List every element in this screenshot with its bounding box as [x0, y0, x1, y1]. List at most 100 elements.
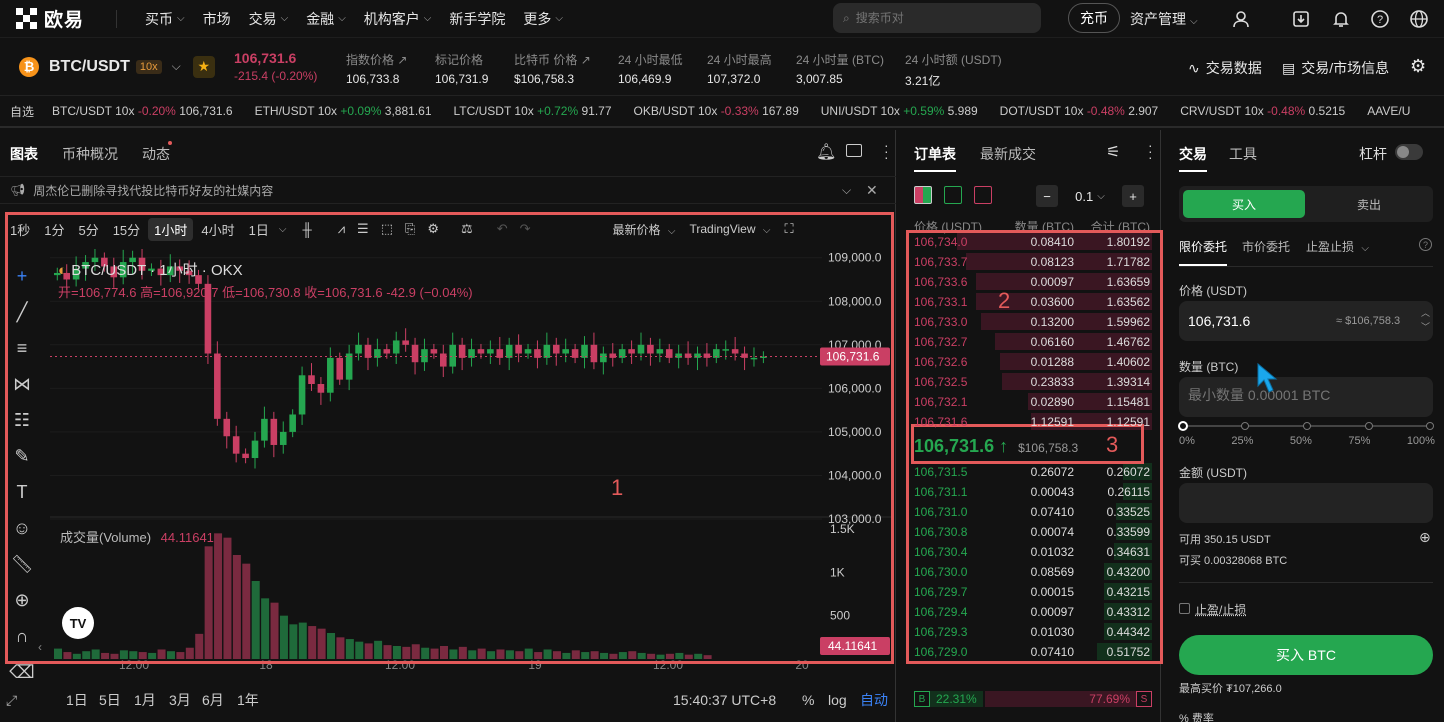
- news-notice[interactable]: 📢︎ 周杰伦已删除寻找代投比特币好友的社媒内容 ⌵ ✕: [0, 176, 896, 204]
- favorite-item[interactable]: UNI/USDT 10x +0.59% 5.989: [821, 104, 978, 118]
- collapse-toolbar-icon[interactable]: ‹: [38, 640, 42, 654]
- bid-row[interactable]: 106,730.8 0.00074 0.33599: [914, 522, 1152, 541]
- chart-area[interactable]: 109,000.0 108,000.0 107,000.0 106,000.0 105,…: [50, 247, 892, 672]
- price-input[interactable]: 106,731.6 ≈ $106,758.3 ︿ ﹀: [1179, 301, 1433, 341]
- ask-row[interactable]: 106,733.1 0.03600 1.63562: [914, 292, 1152, 311]
- tradingview-logo-icon[interactable]: TV: [62, 607, 94, 639]
- external-link-icon[interactable]: ↗: [581, 53, 591, 67]
- zoom-in-icon[interactable]: ⊕: [8, 582, 36, 618]
- nav-academy[interactable]: 新手学院: [449, 9, 505, 29]
- bid-row[interactable]: 106,729.7 0.00015 0.43215: [914, 582, 1152, 601]
- favorite-item[interactable]: BTC/USDT 10x -0.20% 106,731.6: [52, 104, 233, 118]
- order-limit[interactable]: 限价委托: [1179, 238, 1228, 266]
- candlestick-chart[interactable]: 109,000.0108,000.0107,000.0106,000.0105,…: [50, 247, 892, 672]
- settings-gear-icon[interactable]: ⚙: [1410, 56, 1426, 77]
- nav-market[interactable]: 市场: [203, 9, 231, 29]
- search-box[interactable]: ⌕: [833, 3, 1041, 33]
- ask-row[interactable]: 106,732.1 0.02890 1.15481: [914, 392, 1152, 411]
- bid-row[interactable]: 106,730.0 0.08569 0.43200: [914, 562, 1152, 581]
- more-vertical-icon[interactable]: · · ·: [1148, 138, 1153, 164]
- close-icon[interactable]: ✕: [866, 182, 878, 199]
- view-both-icon[interactable]: [914, 186, 932, 204]
- magnet-icon[interactable]: ∩: [8, 618, 36, 654]
- auto-toggle[interactable]: 自动: [860, 690, 888, 710]
- fee-rate-link[interactable]: % 费率: [1179, 710, 1214, 722]
- globe-icon[interactable]: [1408, 8, 1430, 30]
- favorite-item[interactable]: CRV/USDT 10x -0.48% 0.5215: [1180, 104, 1345, 118]
- range-1y[interactable]: 1年: [237, 690, 259, 710]
- external-link-icon[interactable]: ↗: [397, 53, 407, 67]
- sliders-icon[interactable]: ⚟: [1106, 142, 1120, 162]
- bid-row[interactable]: 106,729.4 0.00097 0.43312: [914, 602, 1152, 621]
- horizontal-lines-icon[interactable]: ≡: [8, 330, 36, 366]
- tab-chart[interactable]: 图表: [10, 144, 38, 164]
- eraser-icon[interactable]: ⌫: [8, 654, 36, 690]
- tab-trade[interactable]: 交易: [1179, 144, 1207, 172]
- order-tpsl[interactable]: 止盈止损 ⌵: [1306, 238, 1369, 255]
- undo-icon[interactable]: ↶: [497, 221, 508, 237]
- favorite-item[interactable]: DOT/USDT 10x -0.48% 2.907: [1000, 104, 1159, 118]
- slider-tick[interactable]: [1241, 422, 1249, 430]
- bid-row[interactable]: 106,731.0 0.07410 0.33525: [914, 502, 1152, 521]
- assets-menu[interactable]: 资产管理 ⌵: [1130, 9, 1198, 29]
- tpsl-checkbox[interactable]: [1179, 603, 1190, 614]
- ask-row[interactable]: 106,734.0 0.08410 1.80192: [914, 232, 1152, 251]
- list-icon[interactable]: ☰: [357, 221, 369, 237]
- ask-row[interactable]: 106,733.7 0.08123 1.71782: [914, 252, 1152, 271]
- tf-1m[interactable]: 1分: [38, 218, 70, 241]
- logo[interactable]: 欧易: [16, 5, 116, 32]
- range-3m[interactable]: 3月: [169, 690, 191, 710]
- info-icon[interactable]: ?: [1419, 238, 1432, 251]
- slider-tick[interactable]: [1303, 422, 1311, 430]
- bid-row[interactable]: 106,729.3 0.01030 0.44342: [914, 622, 1152, 641]
- candle-type-icon[interactable]: ╫: [302, 222, 311, 237]
- chevron-down-icon[interactable]: ⌵: [279, 224, 287, 235]
- favorite-item[interactable]: AAVE/U: [1367, 104, 1410, 118]
- user-icon[interactable]: [1230, 8, 1252, 30]
- settings-icon[interactable]: ⚙: [427, 221, 439, 237]
- help-icon[interactable]: ?: [1369, 8, 1391, 30]
- ask-row[interactable]: 106,732.5 0.23833 1.39314: [914, 372, 1152, 391]
- ask-row[interactable]: 106,733.0 0.13200 1.59962: [914, 312, 1152, 331]
- tf-1d[interactable]: 1日: [243, 218, 275, 241]
- bid-row[interactable]: 106,729.0 0.07410 0.51752: [914, 642, 1152, 661]
- ruler-icon[interactable]: 📏︎: [8, 546, 36, 582]
- drawing-icon[interactable]: ⬚: [381, 221, 393, 237]
- ask-row[interactable]: 106,731.6 1.12591 1.12591: [914, 412, 1152, 431]
- bid-row[interactable]: 106,731.1 0.00043 0.26115: [914, 482, 1152, 501]
- percent-toggle[interactable]: %: [802, 692, 814, 708]
- ask-row[interactable]: 106,732.7 0.06160 1.46762: [914, 332, 1152, 351]
- view-bids-icon[interactable]: [944, 186, 962, 204]
- market-info-link[interactable]: ▤ 交易/市场信息: [1282, 58, 1389, 78]
- nav-buy-crypto[interactable]: 买币 ⌵: [145, 9, 185, 29]
- pattern-icon[interactable]: ⋈: [8, 366, 36, 402]
- layout-icon[interactable]: [846, 144, 862, 157]
- view-asks-icon[interactable]: [974, 186, 992, 204]
- order-market[interactable]: 市价委托: [1242, 238, 1290, 255]
- range-6m[interactable]: 6月: [202, 690, 224, 710]
- text-tool-icon[interactable]: T: [8, 474, 36, 510]
- view-select[interactable]: TradingView ⌵: [689, 222, 770, 236]
- tab-recent-trades[interactable]: 最新成交: [980, 144, 1036, 164]
- redo-icon[interactable]: ↷: [520, 221, 531, 237]
- compare-icon[interactable]: ⤢: [6, 692, 17, 709]
- minus-button[interactable]: −: [1036, 185, 1058, 207]
- indicator-icon[interactable]: ⩘: [338, 221, 345, 237]
- tf-1s[interactable]: 1秒: [4, 218, 36, 241]
- favorite-star-icon[interactable]: ★: [192, 55, 215, 78]
- tf-5m[interactable]: 5分: [72, 218, 104, 241]
- slider-tick[interactable]: [1426, 422, 1434, 430]
- price-type-select[interactable]: 最新价格 ⌵: [613, 221, 676, 238]
- deposit-button[interactable]: 充币: [1068, 3, 1120, 33]
- crosshair-icon[interactable]: +: [8, 258, 36, 294]
- range-5d[interactable]: 5日: [99, 690, 121, 710]
- tab-overview[interactable]: 币种概况: [62, 144, 118, 164]
- favorite-item[interactable]: ETH/USDT 10x +0.09% 3,881.61: [255, 104, 432, 118]
- add-funds-icon[interactable]: ⊕: [1419, 529, 1431, 546]
- nav-finance[interactable]: 金融 ⌵: [306, 9, 346, 29]
- chevron-down-icon[interactable]: ⌵: [172, 59, 181, 74]
- buy-tab[interactable]: 买入: [1183, 190, 1305, 218]
- tf-4h[interactable]: 4小时: [195, 218, 240, 241]
- trendline-icon[interactable]: ╱: [8, 294, 36, 330]
- qty-input[interactable]: [1179, 377, 1433, 417]
